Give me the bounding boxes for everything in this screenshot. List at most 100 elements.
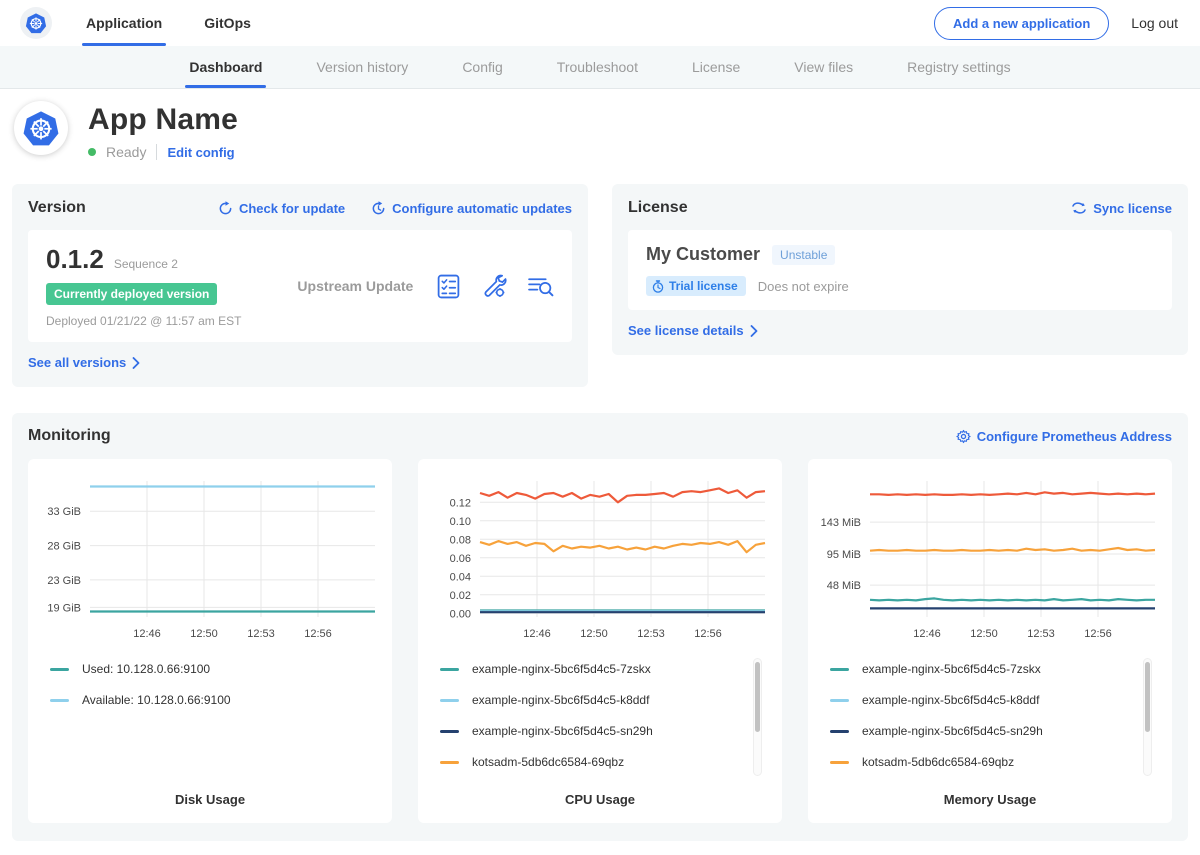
legend-item: kotsadm-5db6dc6584-69qbz — [830, 755, 1162, 769]
legend-series-swatch — [830, 730, 849, 733]
top-tabs: Application GitOps — [82, 0, 289, 46]
tab-application[interactable]: Application — [82, 0, 166, 46]
upstream-update-label: Upstream Update — [297, 278, 413, 294]
legend-scrollbar[interactable] — [1143, 658, 1152, 776]
legend-series-label: example-nginx-5bc6f5d4c5-7zskx — [472, 662, 651, 676]
disk-usage-chart-card: 19 GiB 23 GiB 28 GiB 33 GiB 12:46 12:50 12:53 1… — [28, 459, 392, 823]
troubleshoot-wrench-icon[interactable] — [481, 273, 507, 299]
subtab-dashboard[interactable]: Dashboard — [189, 46, 262, 88]
svg-text:12:46: 12:46 — [913, 628, 941, 640]
status-text: Ready — [106, 144, 146, 160]
version-number: 0.1.2 — [46, 244, 104, 275]
stopwatch-icon — [652, 280, 664, 293]
legend-series-swatch — [440, 730, 459, 733]
legend-scrollbar[interactable] — [753, 658, 762, 776]
monitoring-title: Monitoring — [28, 427, 111, 445]
svg-text:12:53: 12:53 — [1027, 628, 1055, 640]
add-new-application-button[interactable]: Add a new application — [934, 7, 1109, 40]
subtab-license[interactable]: License — [692, 46, 740, 88]
preflight-checks-icon[interactable] — [436, 274, 461, 299]
see-all-versions-link[interactable]: See all versions — [28, 355, 140, 370]
sync-arrows-icon — [1071, 201, 1087, 215]
legend-series-label: Used: 10.128.0.66:9100 — [82, 662, 210, 676]
subtab-version-history[interactable]: Version history — [316, 46, 408, 88]
kubernetes-logo-icon[interactable] — [20, 7, 52, 39]
svg-text:12:53: 12:53 — [247, 628, 275, 640]
svg-text:0.04: 0.04 — [450, 571, 471, 583]
svg-text:0.00: 0.00 — [450, 608, 471, 620]
edit-config-link[interactable]: Edit config — [167, 145, 234, 160]
legend-item: example-nginx-5bc6f5d4c5-k8ddf — [830, 693, 1162, 707]
legend-scrollbar-thumb[interactable] — [755, 662, 760, 732]
svg-text:28 GiB: 28 GiB — [47, 541, 81, 553]
trial-license-badge: Trial license — [646, 276, 746, 296]
svg-text:12:50: 12:50 — [190, 628, 218, 640]
see-license-details-link[interactable]: See license details — [628, 323, 758, 338]
tab-gitops[interactable]: GitOps — [200, 0, 255, 46]
customer-name: My Customer — [646, 244, 760, 265]
subtab-troubleshoot[interactable]: Troubleshoot — [557, 46, 638, 88]
svg-text:12:56: 12:56 — [694, 628, 722, 640]
svg-text:12:56: 12:56 — [304, 628, 332, 640]
legend-series-swatch — [440, 699, 459, 702]
cpu-usage-chart-title: CPU Usage — [428, 792, 772, 809]
svg-text:12:53: 12:53 — [637, 628, 665, 640]
legend-item: kotsadm-5db6dc6584-69qbz — [440, 755, 772, 769]
legend-scrollbar-thumb[interactable] — [1145, 662, 1150, 732]
version-card-title: Version — [28, 199, 86, 217]
svg-text:0.02: 0.02 — [450, 590, 471, 602]
subtab-config[interactable]: Config — [462, 46, 502, 88]
legend-series-swatch — [440, 668, 459, 671]
license-card: License Sync license My Customer Unstabl… — [612, 184, 1188, 355]
svg-text:143 MiB: 143 MiB — [821, 517, 861, 529]
version-sequence: Sequence 2 — [114, 257, 178, 271]
view-files-search-icon[interactable] — [527, 274, 554, 299]
logout-link[interactable]: Log out — [1131, 15, 1178, 31]
version-card: Version Check for update Configure au — [12, 184, 588, 387]
memory-usage-chart-card: 48 MiB95 MiB143 MiB12:4612:5012:5312:56 … — [808, 459, 1172, 823]
sync-license-link[interactable]: Sync license — [1071, 201, 1172, 216]
ready-status-dot — [88, 148, 96, 156]
svg-text:19 GiB: 19 GiB — [47, 602, 81, 614]
svg-text:12:50: 12:50 — [580, 628, 608, 640]
svg-text:48 MiB: 48 MiB — [827, 580, 861, 592]
app-logo-icon — [14, 101, 68, 155]
refresh-icon — [218, 201, 233, 216]
legend-series-swatch — [830, 668, 849, 671]
svg-text:23 GiB: 23 GiB — [47, 575, 81, 587]
legend-item: example-nginx-5bc6f5d4c5-7zskx — [830, 662, 1162, 676]
legend-series-label: kotsadm-5db6dc6584-69qbz — [472, 755, 624, 769]
legend-series-swatch — [50, 668, 69, 671]
legend-item: Used: 10.128.0.66:9100 — [50, 662, 382, 676]
legend-series-swatch — [830, 761, 849, 764]
check-for-update-link[interactable]: Check for update — [218, 201, 345, 216]
subtab-registry-settings[interactable]: Registry settings — [907, 46, 1010, 88]
legend-item: example-nginx-5bc6f5d4c5-sn29h — [830, 724, 1162, 738]
svg-text:12:50: 12:50 — [970, 628, 998, 640]
legend-series-label: kotsadm-5db6dc6584-69qbz — [862, 755, 1014, 769]
svg-text:0.10: 0.10 — [450, 516, 471, 528]
configure-prometheus-link[interactable]: Configure Prometheus Address — [956, 429, 1172, 444]
svg-text:12:46: 12:46 — [133, 628, 161, 640]
disk-usage-chart-title: Disk Usage — [38, 792, 382, 809]
cpu-usage-legend: example-nginx-5bc6f5d4c5-7zskx example-ng… — [440, 662, 772, 786]
legend-series-swatch — [830, 699, 849, 702]
legend-series-label: example-nginx-5bc6f5d4c5-k8ddf — [472, 693, 649, 707]
legend-series-label: Available: 10.128.0.66:9100 — [82, 693, 231, 707]
clock-refresh-icon — [371, 201, 386, 216]
license-card-title: License — [628, 199, 688, 217]
svg-text:0.08: 0.08 — [450, 534, 471, 546]
legend-item: example-nginx-5bc6f5d4c5-k8ddf — [440, 693, 772, 707]
svg-text:12:56: 12:56 — [1084, 628, 1112, 640]
configure-automatic-updates-link[interactable]: Configure automatic updates — [371, 201, 572, 216]
svg-text:33 GiB: 33 GiB — [47, 506, 81, 518]
legend-item: example-nginx-5bc6f5d4c5-sn29h — [440, 724, 772, 738]
memory-usage-plot: 48 MiB95 MiB143 MiB12:4612:5012:5312:56 — [818, 471, 1162, 648]
gear-icon — [956, 429, 971, 444]
svg-text:12:46: 12:46 — [523, 628, 551, 640]
legend-series-label: example-nginx-5bc6f5d4c5-sn29h — [472, 724, 653, 738]
disk-usage-plot: 19 GiB 23 GiB 28 GiB 33 GiB 12:46 12:50 12:53 1… — [38, 471, 382, 648]
legend-series-swatch — [50, 699, 69, 702]
legend-series-swatch — [440, 761, 459, 764]
subtab-view-files[interactable]: View files — [794, 46, 853, 88]
